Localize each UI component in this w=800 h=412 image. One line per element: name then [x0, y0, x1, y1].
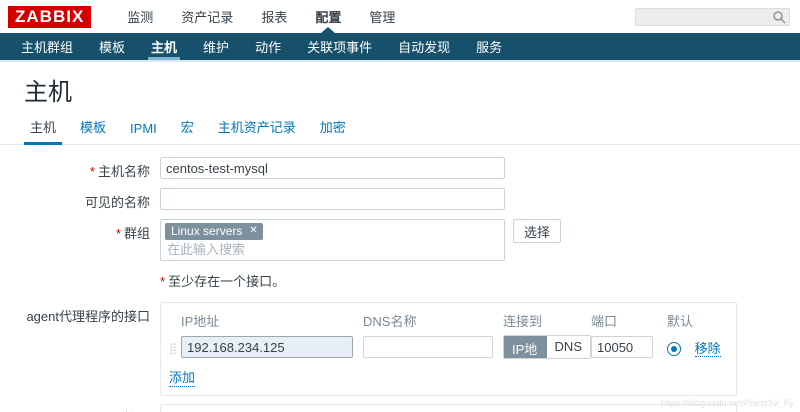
top-nav: 监测 资产记录 报表 配置 管理: [113, 0, 409, 33]
nav-inventory[interactable]: 资产记录: [167, 0, 247, 33]
host-form-tabs: 主机 模板 IPMI 宏 主机资产记录 加密: [0, 113, 800, 145]
groups-search-input[interactable]: [165, 240, 493, 258]
col-header-connect: 连接到: [503, 311, 591, 330]
add-agent-interface-link[interactable]: 添加: [169, 367, 195, 387]
groups-row: *群组 Linux servers ✕ 选择: [0, 219, 800, 261]
subnav-host-groups[interactable]: 主机群组: [8, 33, 86, 60]
subnav-discovery[interactable]: 自动发现: [385, 33, 463, 60]
connect-to-toggle: IP地址 DNS: [503, 335, 591, 359]
nav-reports[interactable]: 报表: [247, 0, 301, 33]
search-input[interactable]: [635, 8, 790, 26]
group-select-button[interactable]: 选择: [513, 219, 561, 243]
col-header-ip: IP地址: [181, 311, 363, 330]
tab-ipmi[interactable]: IPMI: [118, 115, 169, 144]
search-icon[interactable]: [772, 10, 786, 24]
visible-name-input[interactable]: [160, 188, 505, 210]
subnav-actions[interactable]: 动作: [242, 33, 294, 60]
visible-name-label: 可见的名称: [0, 188, 160, 211]
nav-monitoring[interactable]: 监测: [113, 0, 167, 33]
col-header-port: 端口: [591, 311, 667, 330]
groups-label: 群组: [124, 226, 150, 241]
snmp-interface-box: 添加: [160, 404, 737, 412]
subnav-maintenance[interactable]: 维护: [190, 33, 242, 60]
connect-ip-option[interactable]: IP地址: [504, 336, 547, 358]
config-sub-nav: 主机群组 模板 主机 维护 动作 关联项事件 自动发现 服务: [0, 33, 800, 60]
default-interface-radio[interactable]: [667, 342, 681, 356]
interface-note: 至少存在一个接口。: [168, 274, 285, 289]
agent-interface-label: agent代理程序的接口: [0, 302, 160, 396]
nav-administration[interactable]: 管理: [355, 0, 409, 33]
host-name-row: *主机名称: [0, 157, 800, 180]
group-tag: Linux servers ✕: [165, 223, 263, 240]
groups-multiselect[interactable]: Linux servers ✕: [160, 219, 505, 261]
interface-note-row: *至少存在一个接口。: [0, 271, 800, 290]
agent-dns-input[interactable]: [363, 336, 493, 358]
subnav-services[interactable]: 服务: [463, 33, 515, 60]
agent-ip-input[interactable]: [181, 336, 353, 358]
csdn-watermark: https://blog.csdn.net/Priest3ul_Fy: [661, 398, 794, 408]
snmp-interface-label: SNMP接口: [0, 404, 160, 412]
tab-macros[interactable]: 宏: [169, 111, 206, 144]
visible-name-row: 可见的名称: [0, 188, 800, 211]
remove-tag-icon[interactable]: ✕: [249, 224, 257, 238]
tab-encryption[interactable]: 加密: [308, 111, 358, 144]
page-title: 主机: [0, 62, 800, 113]
connect-dns-option[interactable]: DNS: [547, 336, 590, 358]
required-asterisk: *: [160, 274, 165, 289]
agent-interface-box: IP地址 DNS名称 连接到 端口 默认 ⣿ IP地址 DNS: [160, 302, 737, 396]
subnav-templates[interactable]: 模板: [86, 33, 138, 60]
agent-port-input[interactable]: [591, 336, 653, 358]
host-form: *主机名称 可见的名称 *群组 Linux servers ✕ 选择 *至少存在…: [0, 145, 800, 412]
agent-interface-row: agent代理程序的接口 IP地址 DNS名称 连接到 端口 默认 ⣿ IP地址…: [0, 302, 800, 396]
col-header-default: 默认: [667, 311, 726, 330]
tab-host[interactable]: 主机: [18, 111, 68, 144]
subnav-hosts[interactable]: 主机: [138, 33, 190, 60]
zabbix-logo[interactable]: ZABBIX: [8, 6, 91, 28]
agent-interface-entry: ⣿ IP地址 DNS 移除: [169, 335, 726, 359]
top-header: ZABBIX 监测 资产记录 报表 配置 管理: [0, 0, 800, 33]
subnav-event-correlation[interactable]: 关联项事件: [294, 33, 385, 60]
remove-interface-link[interactable]: 移除: [695, 341, 721, 357]
host-name-input[interactable]: [160, 157, 505, 179]
required-asterisk: *: [90, 164, 95, 179]
drag-handle-icon[interactable]: ⣿: [169, 343, 176, 355]
nav-configuration[interactable]: 配置: [301, 0, 355, 33]
tab-templates[interactable]: 模板: [68, 111, 118, 144]
tab-host-inventory[interactable]: 主机资产记录: [206, 111, 308, 144]
col-header-dns: DNS名称: [363, 311, 503, 330]
global-search: [635, 8, 790, 26]
host-name-label: 主机名称: [98, 164, 150, 179]
required-asterisk: *: [116, 226, 121, 241]
agent-interface-header: IP地址 DNS名称 连接到 端口 默认: [169, 311, 726, 330]
